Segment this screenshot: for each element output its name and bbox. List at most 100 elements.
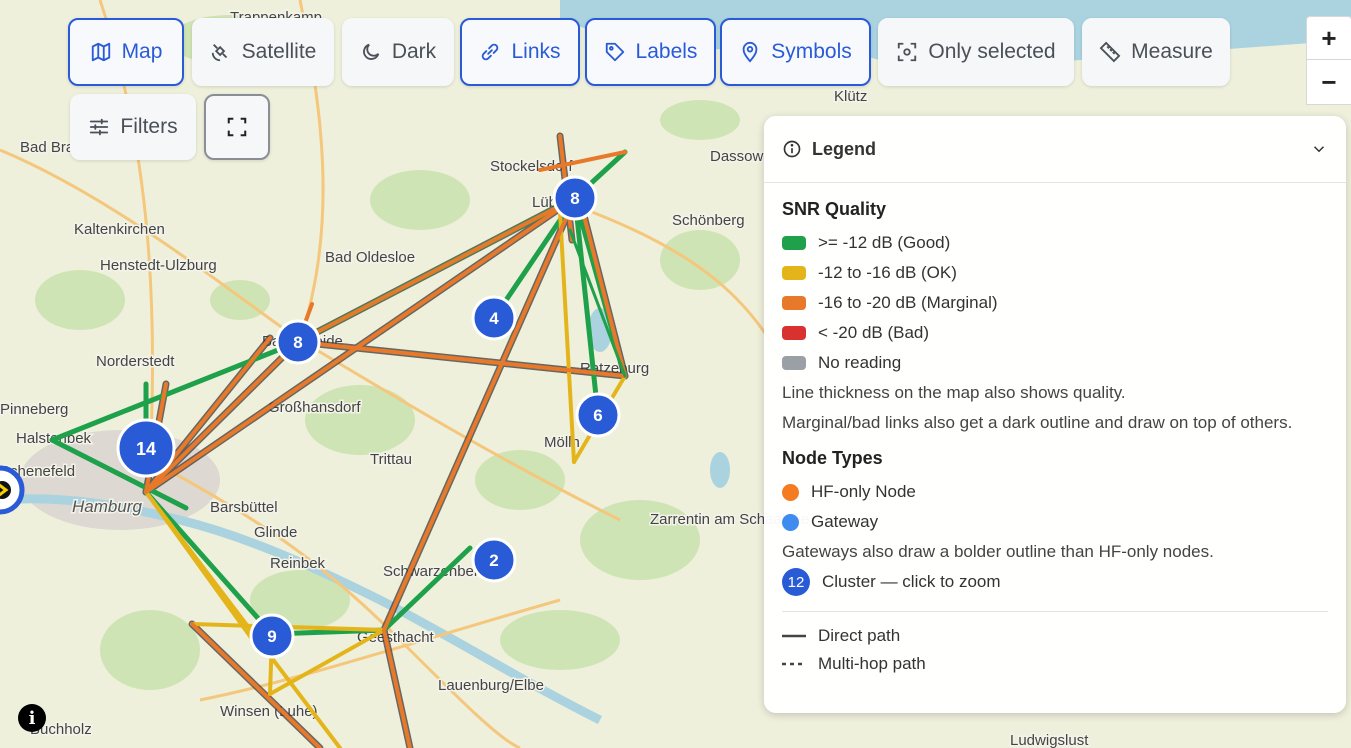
only-selected-label: Only selected [928, 40, 1056, 63]
fullscreen-icon [227, 117, 247, 137]
map-layer-label: Map [121, 40, 163, 63]
info-circle-icon [783, 140, 801, 158]
place-label: Winsen (Luhe) [220, 703, 318, 720]
place-label: Trittau [370, 451, 412, 468]
place-label: Bad Oldesloe [325, 249, 415, 266]
dashed-line-icon [782, 662, 806, 666]
place-label: Schwarzenbek [383, 563, 482, 580]
map-pin-icon [742, 41, 758, 63]
legend-title: Legend [812, 138, 877, 159]
cluster[interactable]: 2 [471, 537, 517, 583]
dark-layer-button[interactable]: Dark [342, 18, 454, 86]
cluster-count: 8 [293, 333, 302, 352]
satellite-layer-button[interactable]: Satellite [192, 18, 334, 86]
snr-swatch [782, 296, 806, 310]
cluster[interactable]: 14 [116, 418, 176, 478]
legend-header[interactable]: Legend [764, 116, 1346, 183]
legend-note: Line thickness on the map also shows qua… [782, 383, 1126, 402]
place-label: Glinde [254, 524, 297, 541]
legend-note: Marginal/bad links also get a dark outli… [782, 413, 1293, 432]
node-label: Gateway [811, 512, 879, 531]
chevron-down-icon[interactable] [1310, 140, 1328, 158]
snr-label: -16 to -20 dB (Marginal) [818, 293, 998, 312]
snr-swatch [782, 356, 806, 370]
cluster[interactable]: 8 [275, 319, 321, 365]
satellite-layer-label: Satellite [241, 40, 317, 63]
node-legend-item: HF-only Node [782, 477, 1328, 507]
snr-label: < -20 dB (Bad) [818, 323, 930, 342]
cluster[interactable]: 4 [471, 295, 517, 341]
solid-line-icon [782, 634, 806, 638]
legend-divider [782, 611, 1328, 612]
filters-label: Filters [120, 115, 178, 138]
satellite-icon [211, 44, 227, 62]
snr-legend-item: -12 to -16 dB (OK) [782, 258, 1328, 288]
place-label: Schönberg [672, 212, 745, 229]
cluster-legend-item: 12 Cluster — click to zoom [782, 567, 1328, 597]
multihop-path-item: Multi-hop path [782, 650, 1328, 678]
snr-label: >= -12 dB (Good) [818, 233, 951, 252]
place-label: Kaltenkirchen [74, 221, 165, 238]
cluster-count: 2 [489, 551, 498, 570]
legend-panel: Legend SNR Quality >= -12 dB (Good) -12 … [764, 116, 1346, 713]
place-label: Klütz [834, 88, 867, 105]
node-types-title: Node Types [782, 448, 883, 468]
links-toggle-label: Links [511, 40, 561, 63]
filters-button[interactable]: Filters [70, 94, 196, 160]
zoom-out-button[interactable]: − [1306, 59, 1351, 105]
cluster-count: 9 [267, 627, 276, 646]
symbols-toggle-button[interactable]: Symbols [720, 18, 871, 86]
place-label: Reinbek [270, 555, 326, 572]
snr-label: -12 to -16 dB (OK) [818, 263, 957, 282]
cluster[interactable]: 9 [249, 613, 295, 659]
snr-swatch [782, 326, 806, 340]
ruler-icon [1099, 41, 1121, 63]
moon-icon [362, 43, 380, 60]
links-toggle-button[interactable]: Links [460, 18, 580, 86]
cluster-badge: 12 [782, 568, 810, 596]
direct-path-item: Direct path [782, 622, 1328, 650]
map-icon [91, 42, 110, 62]
fullscreen-button[interactable] [204, 94, 270, 160]
direct-path-label: Direct path [818, 626, 901, 645]
dark-layer-label: Dark [391, 40, 437, 63]
node-label: HF-only Node [811, 482, 916, 501]
snr-quality-title: SNR Quality [782, 199, 887, 219]
only-selected-button[interactable]: Only selected [878, 18, 1074, 86]
node-legend-item: Gateway [782, 507, 1328, 537]
multihop-path-label: Multi-hop path [818, 654, 926, 673]
labels-toggle-button[interactable]: Labels [585, 18, 716, 86]
focus-icon [898, 42, 917, 62]
snr-legend-item: No reading [782, 348, 1328, 378]
cluster-count: 6 [593, 406, 602, 425]
snr-label: No reading [818, 353, 902, 372]
map-layer-button[interactable]: Map [68, 18, 184, 86]
place-label: Ludwigslust [1010, 732, 1089, 748]
lake [710, 452, 730, 488]
legend-note: Gateways also draw a bolder outline than… [782, 542, 1214, 561]
cluster-legend-label: Cluster — click to zoom [822, 572, 1001, 591]
cluster-count: 14 [136, 439, 156, 459]
link-icon [482, 43, 499, 61]
place-label: Barsbüttel [210, 499, 278, 516]
place-label: Norderstedt [96, 353, 175, 370]
snr-legend-item: < -20 dB (Bad) [782, 318, 1328, 348]
snr-legend-item: -16 to -20 dB (Marginal) [782, 288, 1328, 318]
measure-button[interactable]: Measure [1082, 18, 1230, 86]
place-label: Henstedt-Ulzburg [100, 257, 217, 274]
place-label: Hamburg [72, 497, 142, 516]
snr-swatch [782, 266, 806, 280]
hf-node-dot [782, 483, 799, 501]
cluster[interactable]: 8 [552, 175, 598, 221]
labels-toggle-label: Labels [635, 40, 698, 63]
gateway-dot [782, 513, 799, 531]
symbols-toggle-label: Symbols [771, 40, 852, 63]
snr-swatch [782, 236, 806, 250]
measure-label: Measure [1131, 40, 1213, 63]
zoom-in-button[interactable]: + [1306, 16, 1351, 60]
attribution-info-button[interactable]: i [18, 704, 46, 732]
sliders-icon [90, 118, 109, 136]
place-label: Dassow [710, 148, 764, 165]
snr-legend-item: >= -12 dB (Good) [782, 228, 1328, 258]
cluster[interactable]: 6 [575, 392, 621, 438]
